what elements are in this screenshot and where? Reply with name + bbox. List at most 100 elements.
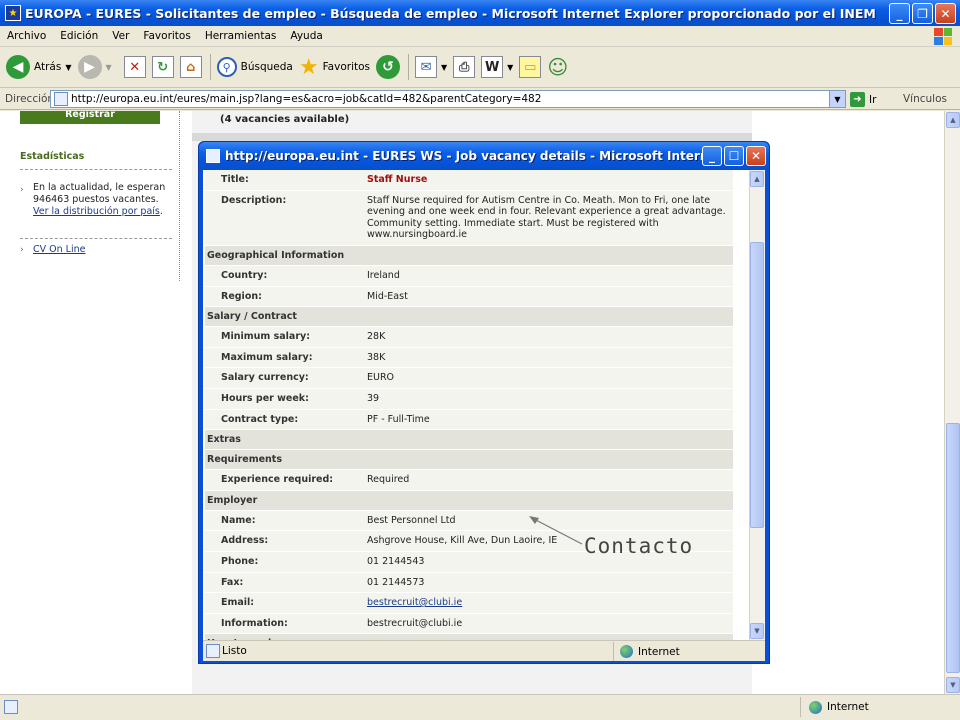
search-button[interactable]: ⚲ Búsqueda	[216, 57, 293, 77]
section-header-row: Extras	[205, 430, 733, 451]
chevron-down-icon[interactable]: ▼	[441, 63, 447, 72]
vacancies-count: (4 vacancies available)	[220, 114, 350, 125]
chevron-down-icon[interactable]: ▼	[829, 91, 845, 107]
field-label: Title:	[221, 174, 249, 185]
left-sidebar: Registrar Estadísticas › En la actualida…	[12, 111, 180, 694]
popup-maximize-button[interactable]: ☐	[724, 146, 744, 166]
scroll-down-icon[interactable]: ▼	[946, 677, 960, 693]
back-button[interactable]: ◀ Atrás ▼	[6, 55, 72, 79]
column-divider	[179, 111, 180, 281]
discuss-button[interactable]: ▭	[519, 56, 542, 78]
chevron-down-icon[interactable]: ▼	[65, 63, 71, 72]
favorites-button[interactable]: ★ Favoritos	[299, 55, 370, 80]
menu-bar: Archivo Edición Ver Favoritos Herramient…	[0, 26, 960, 47]
popup-title: http://europa.eu.int - EURES WS - Job va…	[225, 149, 703, 163]
menu-ver[interactable]: Ver	[105, 30, 136, 42]
search-label: Búsqueda	[240, 61, 293, 73]
menu-edicion[interactable]: Edición	[53, 30, 105, 42]
field-label: Experience required:	[221, 474, 334, 486]
popup-scrollbar[interactable]: ▲ ▼	[735, 170, 765, 640]
history-button[interactable]: ↺	[376, 55, 401, 79]
address-url[interactable]: http://europa.eu.int/eures/main.jsp?lang…	[71, 93, 541, 105]
menu-archivo[interactable]: Archivo	[0, 30, 53, 42]
field-label: Information:	[221, 617, 288, 629]
stop-button[interactable]: ✕	[123, 56, 146, 78]
page-scrollbar[interactable]: ▲ ▼	[944, 111, 960, 694]
section-title: Requirements	[207, 454, 283, 466]
back-label: Atrás	[34, 61, 62, 73]
go-button[interactable]: ➜ Ir	[850, 92, 876, 107]
field-label: Email:	[221, 597, 255, 609]
detail-row: Title: Staff Nurse	[205, 170, 733, 191]
page-icon	[4, 700, 18, 714]
stats-text-block: En la actualidad, le esperan 946463 pues…	[33, 182, 166, 218]
field-label: Phone:	[221, 555, 259, 567]
results-header-bar	[192, 133, 752, 141]
menu-favoritos[interactable]: Favoritos	[136, 30, 197, 42]
edit-button[interactable]: W ▼	[481, 56, 513, 78]
maximize-button[interactable]: ❐	[912, 3, 933, 24]
field-value: 39	[367, 392, 380, 404]
field-label: Salary currency:	[221, 372, 309, 384]
printer-icon: ⎙	[453, 56, 476, 78]
section-title: Geographical Information	[207, 249, 345, 261]
address-input[interactable]: http://europa.eu.int/eures/main.jsp?lang…	[50, 90, 846, 108]
detail-row: Description: Staff Nurse required for Aut…	[205, 190, 733, 246]
section-header-row: Employer	[205, 490, 733, 511]
toolbar-separator	[209, 54, 211, 80]
distribution-link[interactable]: Ver la distribución por país	[33, 206, 160, 217]
go-label: Ir	[869, 93, 877, 106]
popup-status-text: Listo	[222, 645, 247, 657]
cv-online-link[interactable]: CV On Line	[33, 244, 85, 255]
mail-icon: ✉	[415, 56, 438, 78]
scroll-up-icon[interactable]: ▲	[946, 112, 960, 128]
popup-status-bar: Listo Internet	[203, 640, 765, 661]
popup-minimize-button[interactable]: _	[702, 146, 722, 166]
search-icon: ⚲	[216, 57, 237, 77]
field-value: 38K	[367, 351, 386, 363]
field-label: Minimum salary:	[221, 331, 311, 343]
scroll-down-icon[interactable]: ▼	[750, 623, 764, 639]
detail-row: Salary currency: EURO	[205, 368, 733, 389]
chevron-down-icon[interactable]: ▼	[106, 63, 112, 72]
menu-ayuda[interactable]: Ayuda	[283, 30, 329, 42]
home-button[interactable]: ⌂	[179, 56, 202, 78]
detail-row: Maximum salary: 38K	[205, 347, 733, 369]
mail-button[interactable]: ✉ ▼	[415, 56, 447, 78]
field-label: Fax:	[221, 576, 244, 588]
close-button[interactable]: ✕	[935, 3, 956, 24]
window-title: EUROPA - EURES - Solicitantes de empleo …	[25, 5, 876, 21]
section-title: Salary / Contract	[207, 311, 297, 323]
note-icon: ▭	[519, 56, 542, 78]
detail-row: Minimum salary: 28K	[205, 327, 733, 348]
minimize-button[interactable]: _	[889, 3, 910, 24]
links-label[interactable]: Vínculos	[903, 93, 947, 105]
scroll-thumb[interactable]	[750, 242, 764, 528]
address-label: Dirección	[5, 92, 55, 105]
field-value: EURO	[367, 372, 395, 384]
popup-titlebar: http://europa.eu.int - EURES WS - Job va…	[199, 142, 769, 170]
go-arrow-icon: ➜	[850, 92, 865, 107]
messenger-button[interactable]: ☺	[547, 55, 568, 79]
scroll-up-icon[interactable]: ▲	[750, 171, 764, 187]
detail-row: Fax: 01 2144573	[205, 572, 733, 594]
detail-row: Hours per week: 39	[205, 388, 733, 410]
menu-herramientas[interactable]: Herramientas	[198, 30, 284, 42]
section-header-row: Geographical Information	[205, 245, 733, 266]
bullet-icon: ›	[20, 245, 24, 255]
field-label: Country:	[221, 269, 268, 281]
address-bar: Dirección http://europa.eu.int/eures/mai…	[0, 88, 960, 110]
chevron-down-icon[interactable]: ▼	[507, 63, 513, 72]
section-header-row: Requirements	[205, 450, 733, 471]
star-icon: ★	[298, 54, 319, 80]
popup-close-button[interactable]: ✕	[746, 146, 766, 166]
email-link[interactable]: bestrecruit@clubi.ie	[367, 597, 462, 608]
print-button[interactable]: ⎙	[453, 56, 476, 78]
refresh-button[interactable]: ↻	[151, 56, 174, 78]
register-button[interactable]: Registrar	[20, 111, 160, 124]
field-value: Required	[367, 474, 410, 486]
field-value: Mid-East	[367, 290, 408, 302]
scroll-thumb[interactable]	[946, 423, 960, 673]
forward-arrow-icon: ▶	[77, 55, 102, 79]
forward-button[interactable]: ▶ ▼	[77, 55, 112, 79]
